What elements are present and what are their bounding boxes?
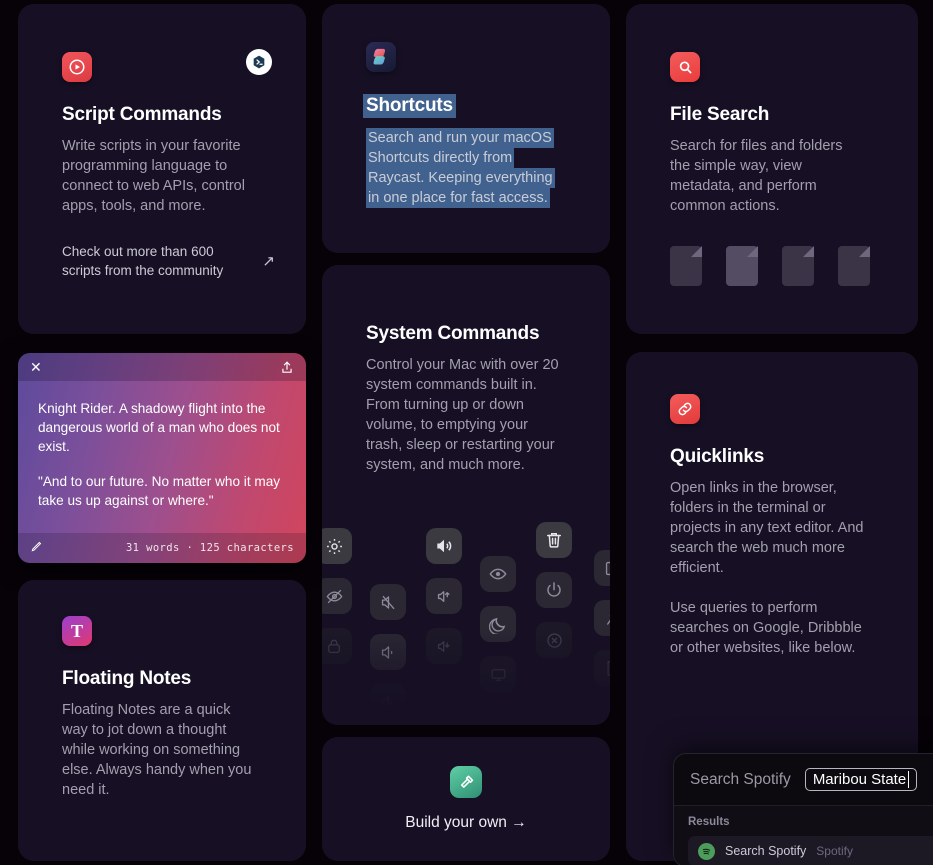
spotify-command-bar: Search Spotify Maribou State (674, 754, 933, 806)
circle-x-icon[interactable] (536, 622, 572, 658)
spotify-command-label: Search Spotify (690, 770, 791, 788)
file-icon[interactable] (594, 650, 610, 686)
card-description: Search and run your macOS Shortcuts dire… (366, 128, 562, 208)
spotify-results-list: Results Search Spotify Spotify (674, 806, 933, 865)
card-title: Quicklinks (670, 446, 765, 467)
note-paragraph: Knight Rider. A shadowy flight into the … (38, 401, 280, 454)
selected-body-line: Shortcuts directly from (366, 148, 515, 168)
shortcuts-app-icon (366, 42, 396, 72)
card-description: Floating Notes are a quick way to jot do… (62, 702, 252, 798)
result-subtitle: Spotify (816, 844, 853, 858)
card-description-2: Use queries to perform searches on Googl… (670, 600, 862, 656)
play-circle-icon (62, 52, 92, 82)
speaker-wave-icon[interactable] (370, 684, 406, 720)
eye-icon[interactable] (480, 556, 516, 592)
card-description: Control your Mac with over 20 system com… (366, 357, 559, 473)
selected-title-text: Shortcuts (363, 94, 456, 118)
note-paragraph: "And to our future. No matter who it may… (38, 474, 281, 508)
card-system-commands[interactable]: System Commands Control your Mac with ov… (322, 265, 610, 725)
link-icon (670, 394, 700, 424)
spotify-quicklink-panel[interactable]: Search Spotify Maribou State Results Sea… (673, 753, 933, 865)
script-community-link[interactable]: Check out more than 600 scripts from the… (62, 242, 275, 280)
speaker-loud-icon[interactable] (426, 528, 462, 564)
card-floating-notes[interactable]: T Floating Notes Floating Notes are a qu… (18, 580, 306, 861)
card-title: Shortcuts (363, 94, 566, 118)
card-shortcuts[interactable]: Shortcuts Search and run your macOS Shor… (322, 4, 610, 253)
close-icon[interactable]: ✕ (30, 360, 42, 374)
gear-icon[interactable] (322, 528, 352, 564)
selected-body-line: in one place for fast access. (366, 188, 550, 208)
arrow-up-right-icon: ↗ (262, 253, 275, 270)
card-description: Write scripts in your favorite programmi… (62, 138, 245, 214)
card-title: File Search (670, 104, 770, 125)
note-statusbar: 31 words · 125 characters (18, 533, 306, 563)
card-file-search[interactable]: File Search Search for files and folders… (626, 4, 918, 334)
card-build-your-own[interactable]: Build your own → (322, 737, 610, 861)
text-caret (908, 771, 910, 788)
moon-icon[interactable] (480, 606, 516, 642)
eye-slash-icon[interactable] (322, 578, 352, 614)
document-preview-row (670, 246, 874, 286)
speaker-mute-icon[interactable] (370, 584, 406, 620)
share-icon[interactable] (280, 360, 294, 375)
card-title: Floating Notes (62, 668, 192, 689)
display-icon[interactable] (480, 656, 516, 692)
power-icon[interactable] (536, 572, 572, 608)
list-item[interactable]: Search Spotify Spotify (688, 836, 933, 865)
system-command-icon-grid (322, 510, 610, 725)
document-icon (670, 246, 702, 286)
document-icon (782, 246, 814, 286)
pencil-icon[interactable] (30, 539, 44, 558)
spotify-icon (698, 842, 715, 860)
raycast-feature-board: Script Commands Write scripts in your fa… (0, 0, 933, 865)
document-icon (726, 246, 758, 286)
magnifier-icon (670, 52, 700, 82)
floating-note-widget[interactable]: ✕ Knight Rider. A shadowy flight into th… (18, 353, 306, 563)
spotify-query-input[interactable]: Maribou State (804, 768, 918, 791)
speaker-down-icon[interactable] (426, 628, 462, 664)
selected-body-line: Raycast. Keeping everything (366, 168, 555, 188)
sparkle-icon[interactable] (594, 600, 610, 636)
card-description-1: Open links in the browser, folders in th… (670, 480, 864, 576)
text-T-icon: T (62, 616, 92, 646)
note-content[interactable]: Knight Rider. A shadowy flight into the … (18, 381, 306, 510)
spotify-query-value: Maribou State (812, 771, 907, 788)
trash-icon[interactable] (536, 522, 572, 558)
document-icon (838, 246, 870, 286)
logout-icon[interactable] (594, 550, 610, 586)
speaker-up-icon[interactable] (426, 578, 462, 614)
note-titlebar: ✕ (18, 353, 306, 381)
script-badge-icon (246, 49, 272, 75)
result-title: Search Spotify (725, 844, 807, 858)
note-word-counter: 31 words · 125 characters (125, 542, 294, 554)
lock-icon[interactable] (322, 628, 352, 664)
card-script-commands[interactable]: Script Commands Write scripts in your fa… (18, 4, 306, 334)
card-description: Search for files and folders the simple … (670, 138, 843, 214)
speaker-low-icon[interactable] (370, 634, 406, 670)
hammer-icon (450, 766, 482, 798)
results-section-label: Results (688, 816, 730, 828)
build-your-own-label: Build your own → (405, 814, 527, 831)
card-title: Script Commands (62, 104, 222, 125)
card-title: System Commands (366, 323, 540, 344)
link-label: Check out more than 600 scripts from the… (62, 244, 224, 278)
selected-body-line: Search and run your macOS (366, 128, 554, 148)
